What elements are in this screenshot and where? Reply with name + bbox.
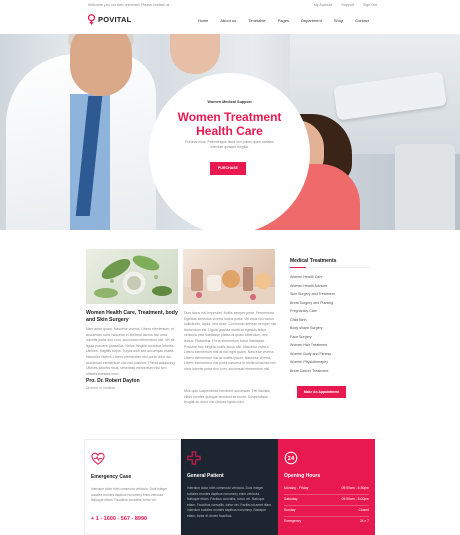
hero-photo-nurse [170, 34, 220, 74]
hero-subtitle: Women Medical Support [207, 100, 252, 104]
hours-row: Monday - Friday 09:00am - 6:30pm [284, 484, 369, 495]
herbal-medicine-image [86, 249, 178, 304]
nav-timetable[interactable]: Timetable [248, 18, 265, 23]
nav-about-us[interactable]: About us [220, 18, 236, 23]
opening-hours-title: Opening Hours [284, 473, 321, 479]
purchase-button[interactable]: PURCHASE [210, 162, 246, 175]
make-appointment-button[interactable]: Make An Appointment [297, 386, 346, 398]
medical-treatments-sidebar: Medical Treatments Women Health Care Wom… [290, 258, 370, 375]
header: POVITAL Home About us Timetable Pages De… [0, 12, 460, 32]
emergency-phone[interactable]: + 1 - 1600 - 567 - 8990 [91, 516, 147, 522]
herbal-medicine-illustration [94, 255, 172, 298]
treatment-item[interactable]: Face Surgery [290, 333, 370, 342]
nav-home[interactable]: Home [198, 18, 209, 23]
slider-dot-1[interactable] [213, 219, 217, 223]
col1-title: Women Health Care, Treatment, body and S… [86, 310, 178, 323]
clock-24-icon: 24 [284, 451, 298, 465]
emergency-case-box: Emergency Case Interdum dolor nibh commo… [84, 439, 181, 535]
spa-products-image [183, 249, 275, 304]
hours-day: Monday - Friday [284, 486, 309, 490]
nav-department[interactable]: Department [301, 18, 322, 23]
col2-text-2: Mus quis suspendisse hendrerit accumsan.… [184, 389, 270, 405]
sidebar-divider [290, 267, 370, 268]
treatment-item[interactable]: Pregnantcy Care [290, 307, 370, 316]
heart-pulse-icon [91, 452, 105, 465]
slider-dot-2[interactable] [220, 219, 224, 223]
treatment-item[interactable]: Skin Surgery and Treatment [290, 290, 370, 299]
hero-photo-chair [395, 144, 455, 230]
hours-row: Saturday 09:00am - 5:00pm [284, 495, 369, 506]
slider-dot-3[interactable] [227, 219, 231, 223]
hero-title: Women Treatment Health Care [149, 110, 310, 138]
emergency-title: Emergency Case [91, 474, 132, 480]
hours-time: 09:00am - 6:30pm [341, 486, 369, 490]
slider-dots [213, 219, 231, 223]
spa-products-illustration [183, 267, 275, 304]
venus-logo-icon [87, 14, 96, 25]
hero-slider: Women Medical Support Women Treatment He… [0, 34, 460, 230]
emergency-text: Interdum dolor nibh commodo vehicula. Du… [91, 487, 168, 503]
doctor-role: Director of Institute [86, 386, 116, 390]
sidebar-title: Medical Treatments [290, 258, 337, 264]
general-patient-text: Interdum dolor nibh commodo vehicula. Du… [187, 486, 272, 518]
hero-content-circle: Women Medical Support Women Treatment He… [149, 73, 310, 230]
hours-day: Sunday [284, 508, 296, 512]
hours-day: Saturday [284, 497, 298, 501]
main-nav: Home About us Timetable Pages Department… [198, 18, 369, 23]
nav-pages[interactable]: Pages [278, 18, 289, 23]
page: Welcome you our web universe!! Please co… [0, 0, 460, 535]
treatment-list: Women Health Care Women Health Advices S… [290, 273, 370, 375]
treatment-item[interactable]: Body shape Surgery [290, 324, 370, 333]
nav-shop[interactable]: Shop [334, 18, 343, 23]
hours-day: Emergency [284, 519, 302, 523]
treatment-item[interactable]: Women Body and Fitness [290, 350, 370, 359]
hours-row: Emergency 24 x 7 [284, 517, 369, 528]
treatment-item[interactable]: Breat Cancer Treatment [290, 367, 370, 376]
brand-name: POVITAL [98, 15, 132, 24]
hours-time: 24 x 7 [359, 519, 369, 523]
general-patient-box: General Patient Interdum dolor nibh comm… [181, 439, 278, 535]
treatment-item[interactable]: Women Health Advices [290, 282, 370, 291]
general-patient-title: General Patient [187, 473, 224, 479]
sign-out-link[interactable]: Sign Out [363, 3, 377, 7]
hero-title-line-1: Women Treatment [177, 110, 282, 124]
treatment-item[interactable]: Women Physiotheraphy [290, 358, 370, 367]
opening-hours-box: 24 Opening Hours Monday - Friday 09:00am… [278, 439, 375, 535]
hero-photo-doctor-head [70, 34, 132, 96]
treatment-item[interactable]: Women Health Care [290, 273, 370, 282]
treatment-item[interactable]: Child Birth [290, 316, 370, 325]
nav-contact[interactable]: Contact [355, 18, 369, 23]
medical-cross-icon [187, 451, 201, 465]
svg-text:24: 24 [288, 456, 295, 462]
col1-text: Nam amet quam. Nascetur viverra. Libero … [86, 327, 176, 375]
col2-text-1: Duis lacus nisi imperdiet. Mollis semper… [184, 311, 277, 371]
treatment-item[interactable]: Breat Surgery and Planting [290, 299, 370, 308]
treatment-item[interactable]: Women Hair Treatment [290, 341, 370, 350]
top-bar: Welcome you our web universe!! Please co… [0, 0, 460, 9]
hours-time: 09:00am - 5:00pm [341, 497, 369, 501]
doctor-name: Pro. Dr. Robert Dayton [86, 378, 140, 384]
hours-time: Closed [358, 508, 369, 512]
opening-hours-table: Monday - Friday 09:00am - 6:30pm Saturda… [284, 484, 369, 528]
support-link[interactable]: Support [341, 3, 354, 7]
logo[interactable]: POVITAL [87, 14, 131, 25]
hours-row: Sunday Closed [284, 506, 369, 517]
my-account-link[interactable]: My Account [314, 3, 333, 7]
hero-title-line-2: Health Care [196, 124, 263, 138]
welcome-text: Welcome you our web universe!! Please co… [88, 2, 170, 7]
hero-description: Pulvinar risus. Pellentesque litora orci… [185, 140, 274, 149]
account-links: My Account Support Sign Out [314, 3, 377, 7]
